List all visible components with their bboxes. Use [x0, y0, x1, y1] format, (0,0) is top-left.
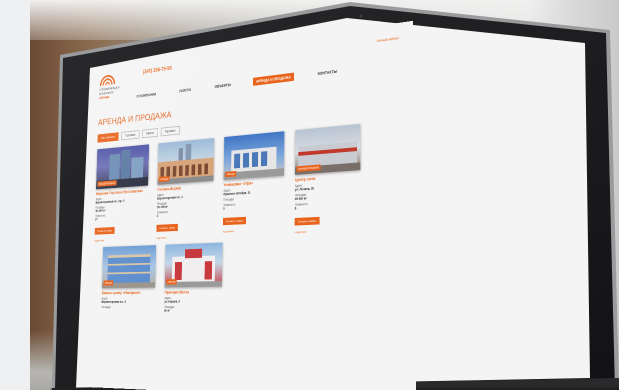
property-photo[interactable]: АРЕНДА/ПРОДАЖА [295, 124, 360, 175]
details-link[interactable]: подробнее [223, 227, 284, 233]
logo-arc-icon [99, 72, 116, 86]
property-photo[interactable]: АРЕНДА [102, 245, 156, 288]
property-photo[interactable]: АРЕНДА [224, 131, 285, 180]
details-link[interactable]: подробнее [156, 234, 212, 240]
card-address: ул. Кирова, 5 [164, 300, 221, 304]
request-button[interactable]: Оставить заявку [295, 217, 320, 226]
personal-account-link[interactable]: Личный кабинет [377, 36, 400, 43]
property-card[interactable]: АРЕНДА Гостиный двор Адрес: Верхнеторгов… [156, 138, 214, 240]
property-card[interactable]: АРЕНДА/ПРОДАЖА Центр сити Адрес: ул. Лен… [295, 124, 361, 234]
property-card[interactable]: АРЕНДА Универмаг «Уфа» Адрес: Проспект О… [223, 131, 285, 237]
card-address: Верхнеторговая пл., 5 [102, 300, 155, 304]
property-card[interactable]: АРЕНДА/ПРОДАЖА Верхняя Торговая Ярославс… [94, 144, 149, 242]
site-logo[interactable]: УПРАВЛЯЮЩАЯ КОМПАНИЯ АРЕНДА [99, 69, 138, 100]
property-card[interactable]: АРЕНДА Принцип Веста Адрес: ул. Кирова, … [164, 243, 222, 313]
filter-all[interactable]: Все объекты [98, 132, 119, 142]
website-screen: УПРАВЛЯЮЩАЯ КОМПАНИЯ АРЕНДА (347) 256-75… [80, 21, 416, 390]
property-card[interactable]: АРЕНДА Бизнес-центр «Нагорная» Адрес: Ве… [101, 245, 156, 312]
property-photo[interactable]: АРЕНДА [158, 138, 215, 185]
property-cards: АРЕНДА/ПРОДАЖА Верхняя Торговая Ярославс… [92, 120, 401, 313]
request-button[interactable]: Оставить заявку [95, 227, 115, 235]
filter-trade[interactable]: Торговые [121, 130, 139, 140]
card-badge: АРЕНДА [166, 279, 177, 285]
office-photo-background: УПРАВЛЯЮЩАЯ КОМПАНИЯ АРЕНДА (347) 256-75… [30, 0, 619, 390]
card-area-label: Площадь: [101, 305, 154, 309]
details-link[interactable]: подробнее [295, 227, 361, 234]
phone-number[interactable]: (347) 256-75-55 [143, 66, 172, 75]
card-title[interactable]: Принцип Веста [165, 289, 222, 294]
filter-trade-2[interactable]: Торговые [161, 126, 180, 137]
card-badge: АРЕНДА [159, 176, 170, 182]
property-photo[interactable]: АРЕНДА/ПРОДАЖА [96, 144, 149, 189]
page-left-margin [0, 0, 30, 390]
card-badge: АРЕНДА [225, 171, 236, 177]
request-button[interactable]: Оставить заявку [156, 224, 178, 232]
card-badge: АРЕНДА [103, 280, 113, 285]
laptop-screen: УПРАВЛЯЮЩАЯ КОМПАНИЯ АРЕНДА (347) 256-75… [50, 0, 619, 390]
property-photo[interactable]: АРЕНДА [165, 243, 223, 288]
laptop: УПРАВЛЯЮЩАЯ КОМПАНИЯ АРЕНДА (347) 256-75… [50, 0, 619, 390]
request-button[interactable]: Оставить заявку [223, 217, 246, 225]
details-link[interactable]: подробнее [94, 237, 146, 243]
card-area: 20 м² [164, 309, 221, 313]
filter-offices[interactable]: Офисы [142, 128, 158, 138]
card-title[interactable]: Бизнес-центр «Нагорная» [102, 290, 155, 295]
